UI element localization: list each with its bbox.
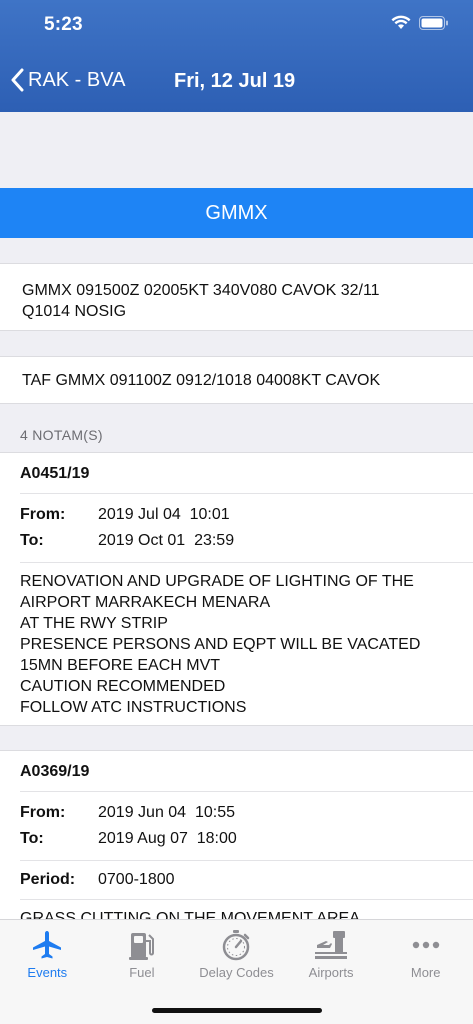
from-label: From: <box>20 804 66 821</box>
to-value: 2019 Aug 07 18:00 <box>98 830 237 847</box>
status-icons <box>391 15 449 30</box>
notam-text-line: CAUTION RECOMMENDED <box>20 678 226 695</box>
notam-item[interactable]: A0451/19 From: 2019 Jul 04 10:01 To: 2019 … <box>0 452 473 726</box>
to-label: To: <box>20 532 44 549</box>
taf-text: TAF GMMX 091100Z 0912/1018 04008KT CAVOK <box>22 372 381 389</box>
fuel-pump-icon <box>128 933 154 960</box>
notam-period: Period: 0700-1800 <box>20 861 473 900</box>
plane-icon <box>33 931 62 959</box>
back-button[interactable]: RAK - BVA <box>10 68 125 92</box>
notam-text-line: FOLLOW ATC INSTRUCTIONS <box>20 699 247 716</box>
notam-id: A0451/19 <box>20 453 473 494</box>
taf-card: TAF GMMX 091100Z 0912/1018 04008KT CAVOK <box>0 356 473 404</box>
notam-count: 4 NOTAM(S) <box>20 427 103 443</box>
notam-text-line: AT THE RWY STRIP <box>20 615 168 632</box>
tab-more[interactable]: More <box>378 920 473 990</box>
notam-text-line: 15MN BEFORE EACH MVT <box>20 657 221 674</box>
to-label: To: <box>20 830 44 847</box>
content-scroll[interactable]: GMMX GMMX 091500Z 02005KT 340V080 CAVOK … <box>0 112 473 919</box>
home-indicator <box>152 1008 322 1013</box>
wifi-icon <box>391 15 411 29</box>
period-value: 0700-1800 <box>98 871 175 888</box>
tab-fuel[interactable]: Fuel <box>95 920 190 990</box>
tab-label: Airports <box>308 965 354 980</box>
tab-airports[interactable]: Airports <box>284 920 379 990</box>
battery-icon <box>419 15 448 30</box>
tab-delay-codes[interactable]: Delay Codes <box>189 920 284 990</box>
metar-card: GMMX 091500Z 02005KT 340V080 CAVOK 32/11… <box>0 263 473 331</box>
more-dots-icon <box>412 941 439 949</box>
notam-dates: From: 2019 Jun 04 10:55 To: 2019 Aug 07 18… <box>20 792 473 861</box>
tab-events[interactable]: Events <box>0 920 95 990</box>
notam-text-line: RENOVATION AND UPGRADE OF LIGHTING OF TH… <box>20 573 414 590</box>
notam-text: RENOVATION AND UPGRADE OF LIGHTING OF TH… <box>20 563 473 732</box>
from-value: 2019 Jun 04 10:55 <box>98 804 236 821</box>
from-value: 2019 Jul 04 10:01 <box>98 506 230 523</box>
nav-bar: RAK - BVA Fri, 12 Jul 19 <box>0 66 473 102</box>
back-button-label: RAK - BVA <box>28 68 126 91</box>
notam-item[interactable]: A0369/19 From: 2019 Jun 04 10:55 To: 2019 … <box>0 750 473 919</box>
header: 5:23 RAK - BVA Fri, 12 Jul 19 <box>0 0 473 112</box>
tab-bar: Events Fuel Delay Codes Airports More <box>0 919 473 1024</box>
metar-line-2: Q1014 NOSIG <box>22 303 127 320</box>
notam-id: A0369/19 <box>20 751 473 792</box>
tab-label: Fuel <box>129 965 155 980</box>
metar-line-1: GMMX 091500Z 02005KT 340V080 CAVOK 32/11 <box>22 282 380 299</box>
notam-text-line: AIRPORT MARRAKECH MENARA <box>20 594 271 611</box>
tab-label: More <box>410 965 441 980</box>
chevron-left-icon <box>11 68 24 92</box>
screen: 5:23 RAK - BVA Fri, 12 Jul 19 GMMX GMMX … <box>0 0 473 1024</box>
notam-text-line: GRASS CUTTING ON THE MOVEMENT AREA. <box>20 910 365 919</box>
tab-label: Events <box>27 965 68 980</box>
station-header: GMMX <box>0 188 473 238</box>
status-time: 5:23 <box>44 14 83 35</box>
notam-text-line: PRESENCE PERSONS AND EQPT WILL BE VACATE… <box>20 636 421 653</box>
to-value: 2019 Oct 01 23:59 <box>98 532 235 549</box>
stopwatch-icon <box>223 930 250 961</box>
notam-dates: From: 2019 Jul 04 10:01 To: 2019 Oct 01 23… <box>20 494 473 563</box>
from-label: From: <box>20 506 66 523</box>
period-label: Period: <box>20 871 76 888</box>
control-tower-icon <box>315 931 348 959</box>
notam-text: GRASS CUTTING ON THE MOVEMENT AREA. <box>20 900 473 919</box>
page-title: Fri, 12 Jul 19 <box>174 70 296 92</box>
tab-label: Delay Codes <box>199 965 274 980</box>
